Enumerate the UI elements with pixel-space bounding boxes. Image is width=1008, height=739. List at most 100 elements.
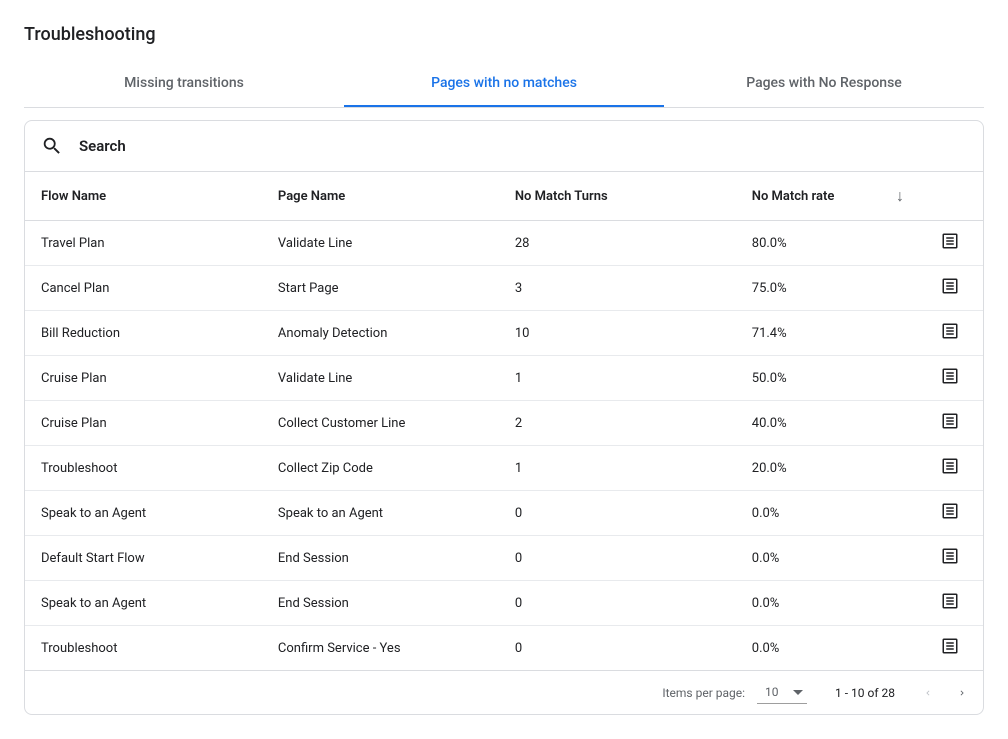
cell-no-match-turns: 2 — [499, 401, 736, 446]
cell-action — [921, 311, 983, 356]
view-details-icon[interactable] — [941, 232, 959, 250]
arrow-down-icon: ↓ — [896, 186, 904, 206]
view-details-icon[interactable] — [941, 277, 959, 295]
cell-sort-spacer — [880, 311, 921, 356]
table-row: Cruise PlanCollect Customer Line240.0% — [25, 401, 983, 446]
table-row: Cruise PlanValidate Line150.0% — [25, 356, 983, 401]
cell-flow-name: Travel Plan — [25, 221, 262, 266]
cell-no-match-rate: 0.0% — [736, 536, 880, 581]
col-header-page-name[interactable]: Page Name — [262, 172, 499, 221]
cell-action — [921, 401, 983, 446]
tabs: Missing transitions Pages with no matche… — [24, 61, 984, 108]
table-row: Speak to an AgentSpeak to an Agent00.0% — [25, 491, 983, 536]
cell-no-match-turns: 3 — [499, 266, 736, 311]
cell-no-match-rate: 50.0% — [736, 356, 880, 401]
cell-page-name: End Session — [262, 536, 499, 581]
cell-page-name: Validate Line — [262, 221, 499, 266]
search-icon — [41, 135, 63, 157]
cell-action — [921, 266, 983, 311]
view-details-icon[interactable] — [941, 322, 959, 340]
cell-flow-name: Default Start Flow — [25, 536, 262, 581]
view-details-icon[interactable] — [941, 637, 959, 655]
page-range: 1 - 10 of 28 — [835, 686, 895, 700]
cell-sort-spacer — [880, 446, 921, 491]
cell-no-match-turns: 1 — [499, 446, 736, 491]
view-details-icon[interactable] — [941, 502, 959, 520]
cell-no-match-rate: 0.0% — [736, 581, 880, 626]
search-bar[interactable]: Search — [25, 121, 983, 172]
cell-page-name: Collect Zip Code — [262, 446, 499, 491]
cell-action — [921, 581, 983, 626]
next-page-button[interactable] — [957, 688, 967, 698]
col-header-no-match-rate[interactable]: No Match rate — [736, 172, 880, 221]
cell-flow-name: Cruise Plan — [25, 401, 262, 446]
cell-no-match-turns: 0 — [499, 581, 736, 626]
cell-no-match-rate: 71.4% — [736, 311, 880, 356]
cell-action — [921, 536, 983, 581]
cell-action — [921, 446, 983, 491]
cell-no-match-rate: 0.0% — [736, 491, 880, 536]
cell-action — [921, 491, 983, 536]
pagination: Items per page: 10 1 - 10 of 28 — [25, 671, 983, 714]
view-details-icon[interactable] — [941, 412, 959, 430]
col-header-action — [921, 172, 983, 221]
tab-pages-no-response[interactable]: Pages with No Response — [664, 61, 984, 107]
cell-flow-name: Cruise Plan — [25, 356, 262, 401]
cell-sort-spacer — [880, 536, 921, 581]
table-row: Default Start FlowEnd Session00.0% — [25, 536, 983, 581]
view-details-icon[interactable] — [941, 547, 959, 565]
tab-missing-transitions[interactable]: Missing transitions — [24, 61, 344, 107]
view-details-icon[interactable] — [941, 457, 959, 475]
view-details-icon[interactable] — [941, 367, 959, 385]
cell-page-name: Anomaly Detection — [262, 311, 499, 356]
page-size-select[interactable]: 10 — [757, 681, 807, 704]
cell-flow-name: Speak to an Agent — [25, 491, 262, 536]
page-title: Troubleshooting — [24, 24, 984, 45]
cell-sort-spacer — [880, 221, 921, 266]
cell-flow-name: Cancel Plan — [25, 266, 262, 311]
table-row: Bill ReductionAnomaly Detection1071.4% — [25, 311, 983, 356]
cell-sort-spacer — [880, 581, 921, 626]
chevron-right-icon — [957, 688, 967, 698]
col-header-flow-name[interactable]: Flow Name — [25, 172, 262, 221]
cell-no-match-turns: 1 — [499, 356, 736, 401]
cell-page-name: Collect Customer Line — [262, 401, 499, 446]
cell-flow-name: Troubleshoot — [25, 446, 262, 491]
cell-sort-spacer — [880, 401, 921, 446]
items-per-page-label: Items per page: — [662, 686, 745, 700]
cell-no-match-rate: 40.0% — [736, 401, 880, 446]
cell-no-match-turns: 0 — [499, 491, 736, 536]
chevron-left-icon — [923, 688, 933, 698]
cell-sort-spacer — [880, 266, 921, 311]
nav-arrows — [923, 688, 967, 698]
col-header-no-match-turns[interactable]: No Match Turns — [499, 172, 736, 221]
tab-pages-no-matches[interactable]: Pages with no matches — [344, 61, 664, 107]
cell-sort-spacer — [880, 356, 921, 401]
table-row: Cancel PlanStart Page375.0% — [25, 266, 983, 311]
col-header-sort[interactable]: ↓ — [880, 172, 921, 221]
table-row: TroubleshootCollect Zip Code120.0% — [25, 446, 983, 491]
cell-page-name: Speak to an Agent — [262, 491, 499, 536]
cell-no-match-rate: 75.0% — [736, 266, 880, 311]
table-row: Speak to an AgentEnd Session00.0% — [25, 581, 983, 626]
cell-action — [921, 221, 983, 266]
cell-no-match-turns: 0 — [499, 536, 736, 581]
page-size-value: 10 — [765, 685, 779, 699]
cell-flow-name: Bill Reduction — [25, 311, 262, 356]
prev-page-button[interactable] — [923, 688, 933, 698]
search-label: Search — [79, 137, 126, 155]
results-table: Flow Name Page Name No Match Turns No Ma… — [25, 172, 983, 671]
cell-page-name: Validate Line — [262, 356, 499, 401]
cell-flow-name: Speak to an Agent — [25, 581, 262, 626]
cell-page-name: Start Page — [262, 266, 499, 311]
items-per-page: Items per page: 10 — [662, 681, 807, 704]
cell-sort-spacer — [880, 491, 921, 536]
cell-no-match-rate: 20.0% — [736, 446, 880, 491]
cell-no-match-turns: 28 — [499, 221, 736, 266]
view-details-icon[interactable] — [941, 592, 959, 610]
table-row: Travel PlanValidate Line2880.0% — [25, 221, 983, 266]
cell-page-name: End Session — [262, 581, 499, 626]
dropdown-icon — [793, 690, 803, 695]
cell-action — [921, 356, 983, 401]
table-header-row: Flow Name Page Name No Match Turns No Ma… — [25, 172, 983, 221]
